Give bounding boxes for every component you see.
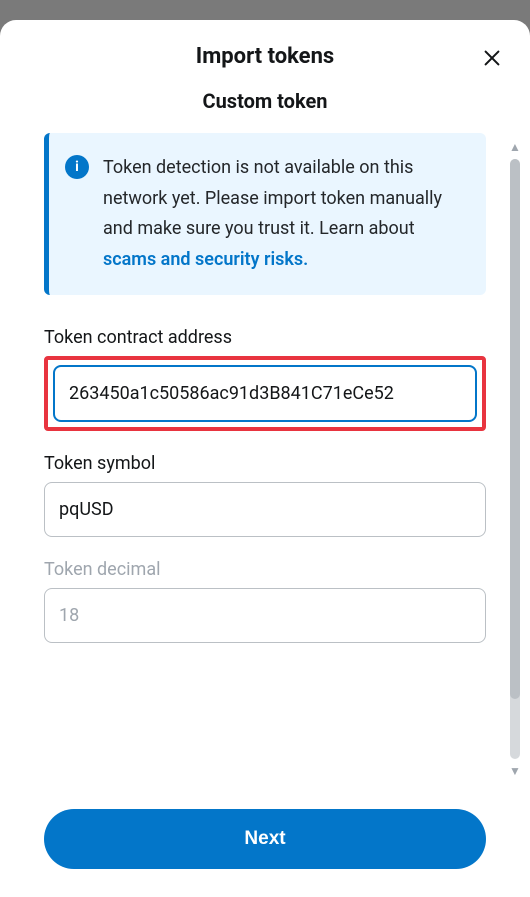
scrollbar-thumb[interactable]: [510, 159, 520, 699]
decimal-label: Token decimal: [44, 559, 486, 580]
modal-header: Import tokens: [0, 20, 530, 81]
modal-subtitle: Custom token: [0, 81, 530, 133]
scroll-down-icon[interactable]: ▼: [509, 765, 521, 777]
info-text-body: Token detection is not available on this…: [103, 157, 442, 239]
info-text: Token detection is not available on this…: [103, 153, 464, 275]
scrollbar-track[interactable]: [510, 159, 520, 759]
scrollbar[interactable]: ▲ ▼: [506, 141, 524, 777]
modal-footer: Next: [0, 785, 530, 897]
next-button[interactable]: Next: [44, 809, 486, 869]
scroll-area[interactable]: i Token detection is not available on th…: [0, 133, 530, 785]
close-icon: [481, 47, 503, 69]
token-symbol-input[interactable]: [44, 482, 486, 537]
symbol-field: Token symbol: [44, 453, 486, 537]
scroll-up-icon[interactable]: ▲: [509, 141, 521, 153]
token-address-input[interactable]: [53, 365, 477, 422]
close-button[interactable]: [478, 44, 506, 72]
address-label: Token contract address: [44, 327, 486, 348]
scams-risks-link[interactable]: scams and security risks.: [103, 249, 308, 270]
modal-title: Import tokens: [196, 44, 334, 69]
modal-body: i Token detection is not available on th…: [0, 133, 530, 785]
symbol-label: Token symbol: [44, 453, 486, 474]
info-icon: i: [65, 155, 89, 179]
token-decimal-input[interactable]: [44, 588, 486, 643]
address-highlight-box: [44, 356, 486, 431]
import-tokens-modal: Import tokens Custom token i Token detec…: [0, 20, 530, 897]
info-banner: i Token detection is not available on th…: [44, 133, 486, 295]
decimal-field: Token decimal: [44, 559, 486, 643]
